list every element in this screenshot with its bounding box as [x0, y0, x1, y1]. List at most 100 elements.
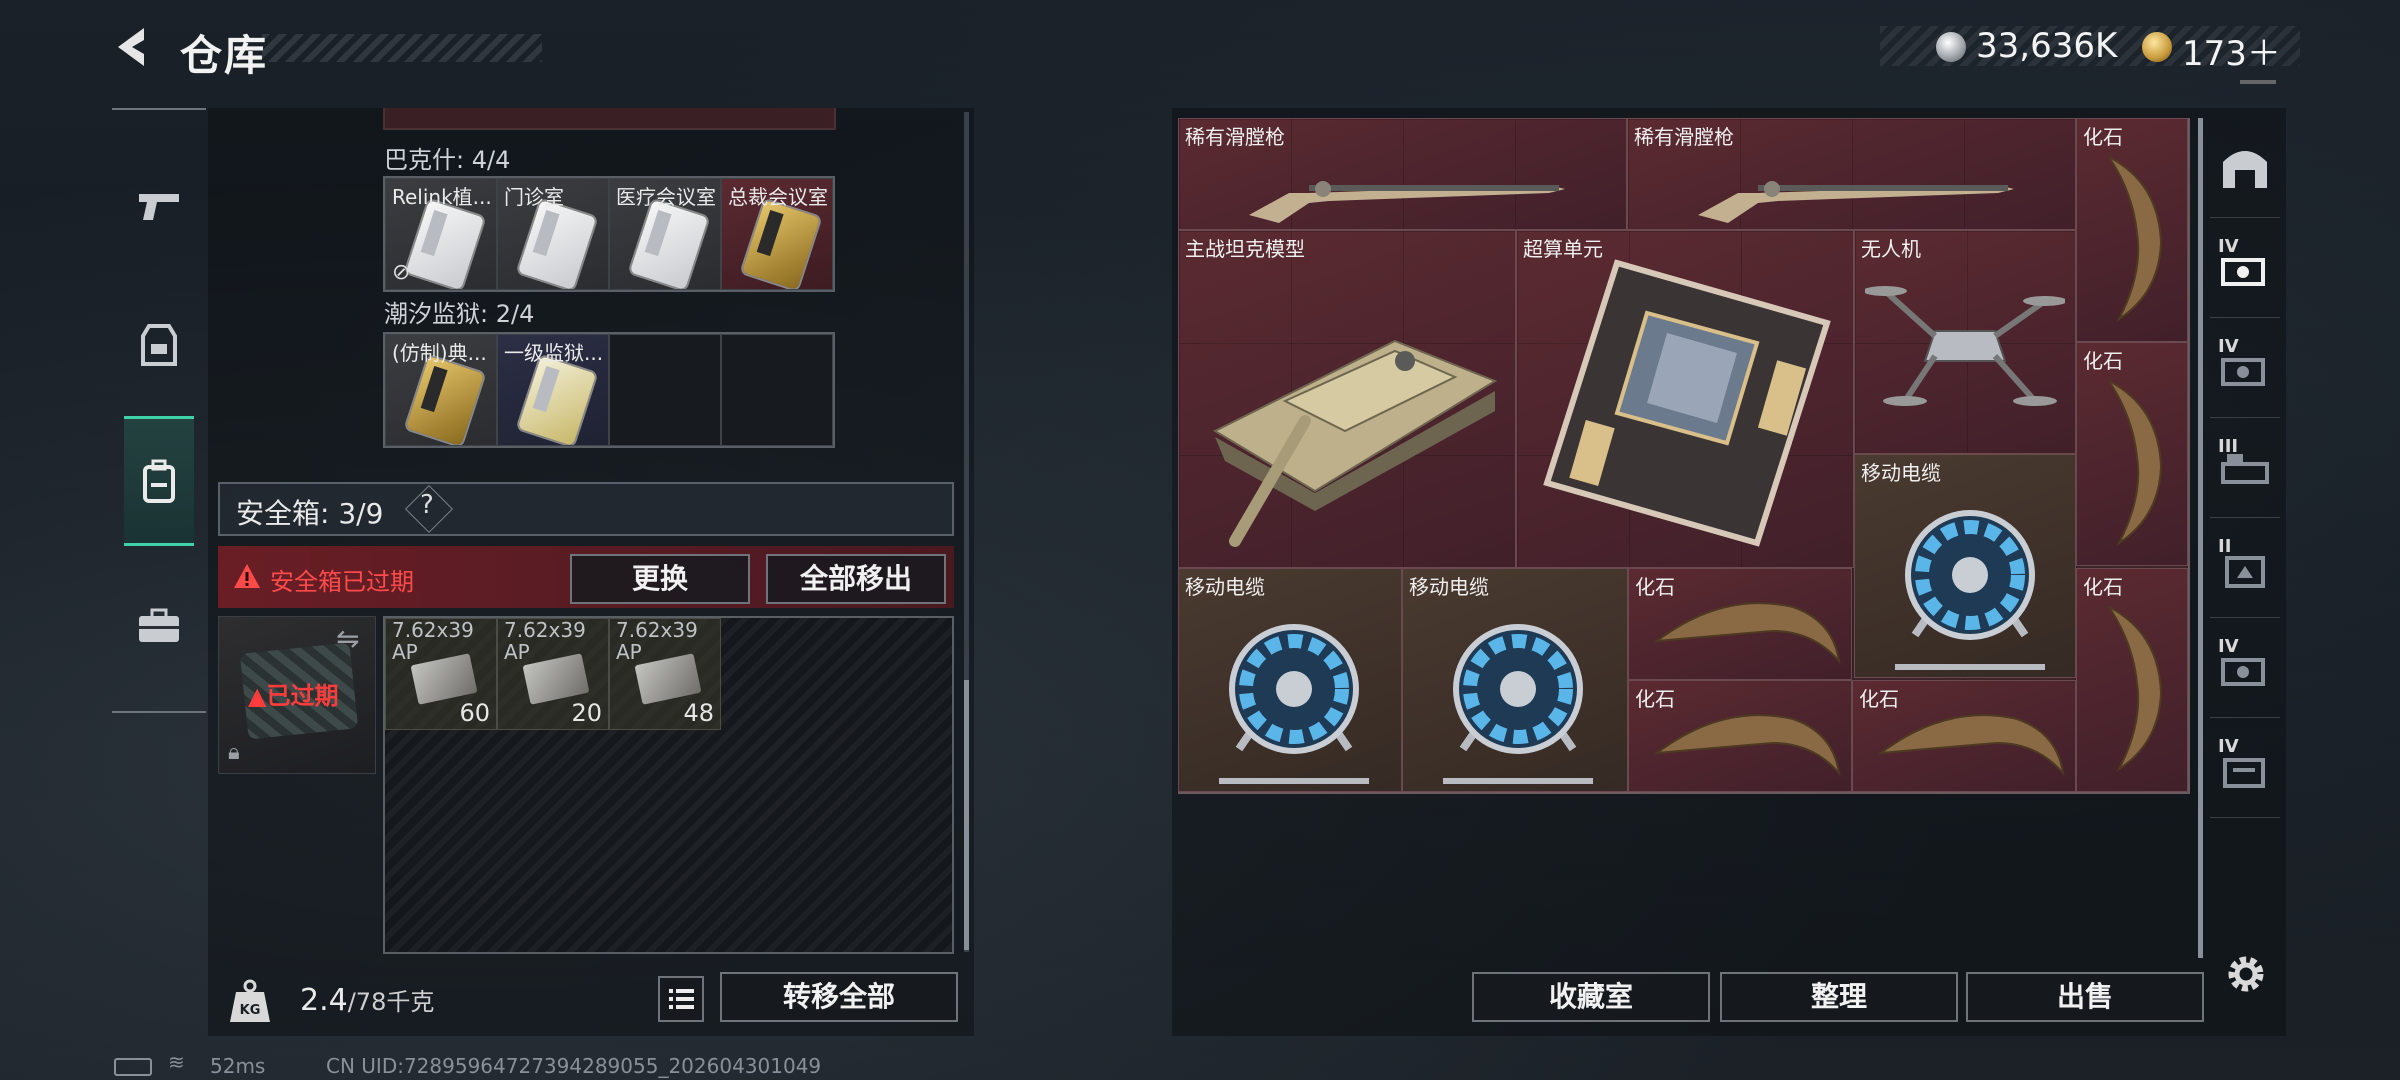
key-name: 医疗会议室 — [616, 185, 716, 209]
lock-icon: 🔒︎ — [228, 740, 240, 765]
tab-stash-5[interactable]: IV — [2210, 618, 2280, 718]
key-slot[interactable]: 医疗会议室 — [609, 178, 721, 290]
grid-fragment — [383, 108, 836, 130]
tab-stash-4[interactable]: II — [2210, 518, 2280, 618]
tab-level: IV — [2218, 736, 2239, 757]
tab-stash-6[interactable]: IV — [2210, 718, 2280, 818]
title-decoration — [262, 34, 542, 62]
tab-stash-2[interactable]: IV — [2210, 318, 2280, 418]
fossil-claw-icon — [1877, 714, 2065, 777]
empty-key-slot[interactable] — [609, 334, 721, 446]
warehouse-icon — [2223, 150, 2267, 188]
stash-item-tank-model[interactable]: 主战坦克模型 — [1178, 230, 1516, 568]
ammo-item[interactable]: 7.62x39 AP 20 — [497, 618, 609, 730]
warning-icon: ▲ — [248, 682, 267, 710]
help-icon[interactable]: ? — [420, 490, 434, 520]
wifi-icon: ≋ — [168, 1050, 185, 1074]
drone-icon — [1865, 286, 2065, 406]
item-name: 化石 — [1635, 575, 1675, 599]
musket-icon — [1249, 181, 1565, 223]
collection-room-button[interactable]: 收藏室 — [1472, 972, 1710, 1022]
item-name: 超算单元 — [1523, 237, 1603, 261]
settings-button[interactable] — [2222, 950, 2270, 998]
replace-button[interactable]: 更换 — [570, 554, 750, 604]
ammo-name: 7.62x39 AP — [392, 618, 474, 664]
key-slot[interactable]: (仿制)典... — [385, 334, 497, 446]
empty-key-slot[interactable] — [721, 334, 833, 446]
sell-button[interactable]: 出售 — [1966, 972, 2204, 1022]
item-name: 主战坦克模型 — [1185, 237, 1305, 261]
nav-case[interactable] — [112, 580, 206, 672]
stash-item-fossil[interactable]: 化石 — [2076, 342, 2188, 566]
key-slot[interactable]: Relink植... ⊘ — [385, 178, 497, 290]
keycard-icon — [629, 199, 709, 289]
swap-icon[interactable]: ⇋ — [336, 622, 359, 655]
ammo-count: 48 — [683, 699, 714, 727]
tab-stash-1[interactable]: IV — [2210, 218, 2280, 318]
gold-coin-icon — [2142, 32, 2172, 62]
tab-stash-home[interactable] — [2210, 118, 2280, 218]
no-trade-icon: ⊘ — [392, 260, 411, 285]
safe-expired-tag: ▲已过期 — [248, 676, 338, 711]
tides-key-grid: (仿制)典... 一级监狱... — [383, 332, 835, 448]
ammo-item[interactable]: 7.62x39 AP 60 — [385, 618, 497, 730]
left-scroll-thumb[interactable] — [964, 680, 969, 950]
weight-icon: KG — [226, 978, 274, 1026]
tides-key-label: 潮汐监狱: 2/4 — [384, 300, 535, 328]
move-all-out-button[interactable]: 全部移出 — [766, 554, 946, 604]
weight-max: /78千克 — [347, 988, 435, 1016]
keycard-icon — [405, 355, 485, 445]
tab-level: II — [2218, 536, 2232, 557]
transfer-all-button[interactable]: 转移全部 — [720, 972, 958, 1022]
stash-item-cable-reel[interactable]: 移动电缆 — [1178, 568, 1402, 792]
supercomputer-icon — [1543, 259, 1831, 547]
barks-key-label: 巴克什: 4/4 — [384, 146, 511, 174]
stash-scrollbar[interactable] — [2198, 118, 2203, 958]
stash-item-fossil[interactable]: 化石 — [1628, 680, 1852, 792]
item-name: 移动电缆 — [1861, 461, 1941, 485]
cable-reel-icon — [1443, 624, 1593, 784]
stash-item-drone[interactable]: 无人机 — [1854, 230, 2076, 454]
keycard-icon — [517, 199, 597, 289]
pistol-icon — [139, 194, 179, 220]
item-name: 化石 — [2083, 125, 2123, 149]
nav-armor[interactable] — [112, 300, 206, 392]
item-name: 移动电缆 — [1409, 575, 1489, 599]
nav-backpack[interactable] — [124, 416, 194, 546]
stash-item-fossil[interactable]: 化石 — [1852, 680, 2076, 792]
stash-item-cable-reel[interactable]: 移动电缆 — [1402, 568, 1628, 792]
stash-item-rifle[interactable]: 稀有滑膛枪 — [1178, 118, 1627, 230]
item-name: 稀有滑膛枪 — [1185, 125, 1285, 149]
sort-button[interactable]: 整理 — [1720, 972, 1958, 1022]
ammo-count: 20 — [571, 699, 602, 727]
stash-item-cable-reel[interactable]: 移动电缆 — [1854, 454, 2076, 678]
ammo-item[interactable]: 7.62x39 AP 48 — [609, 618, 721, 730]
item-name: 化石 — [2083, 575, 2123, 599]
tank-model-icon — [1212, 339, 1498, 547]
warning-icon — [232, 562, 262, 594]
expired-warning-text: 安全箱已过期 — [270, 568, 414, 596]
back-button[interactable] — [110, 24, 156, 70]
armor-vest-icon — [141, 324, 177, 366]
stash-item-fossil[interactable]: 化石 — [2076, 568, 2188, 792]
currency-gold-value[interactable]: 173＋ — [2182, 26, 2281, 75]
nav-weapon[interactable] — [112, 160, 206, 252]
weight-current: 2.4 — [300, 983, 348, 1018]
stash-item-supercomputer[interactable]: 超算单元 — [1516, 230, 1854, 568]
key-slot[interactable]: 一级监狱... — [497, 334, 609, 446]
safe-box-label: 安全箱: 3/9 — [236, 497, 384, 530]
list-view-button[interactable] — [658, 976, 704, 1022]
stash-tabs: IV IV III II IV IV — [2210, 118, 2280, 898]
item-name: 化石 — [2083, 349, 2123, 373]
gear-icon — [2228, 956, 2264, 992]
tab-stash-3[interactable]: III — [2210, 418, 2280, 518]
key-slot[interactable]: 总裁会议室 — [721, 178, 833, 290]
item-name: 无人机 — [1861, 237, 1921, 261]
stash-item-fossil[interactable]: 化石 — [1628, 568, 1852, 680]
barks-key-grid: Relink植... ⊘ 门诊室 医疗会议室 总裁会议室 — [383, 176, 835, 292]
back-arrow-icon — [118, 28, 144, 66]
key-slot[interactable]: 门诊室 — [497, 178, 609, 290]
key-name: Relink植... — [392, 185, 492, 209]
stash-item-fossil[interactable]: 化石 — [2076, 118, 2188, 342]
stash-item-rifle[interactable]: 稀有滑膛枪 — [1627, 118, 2076, 230]
